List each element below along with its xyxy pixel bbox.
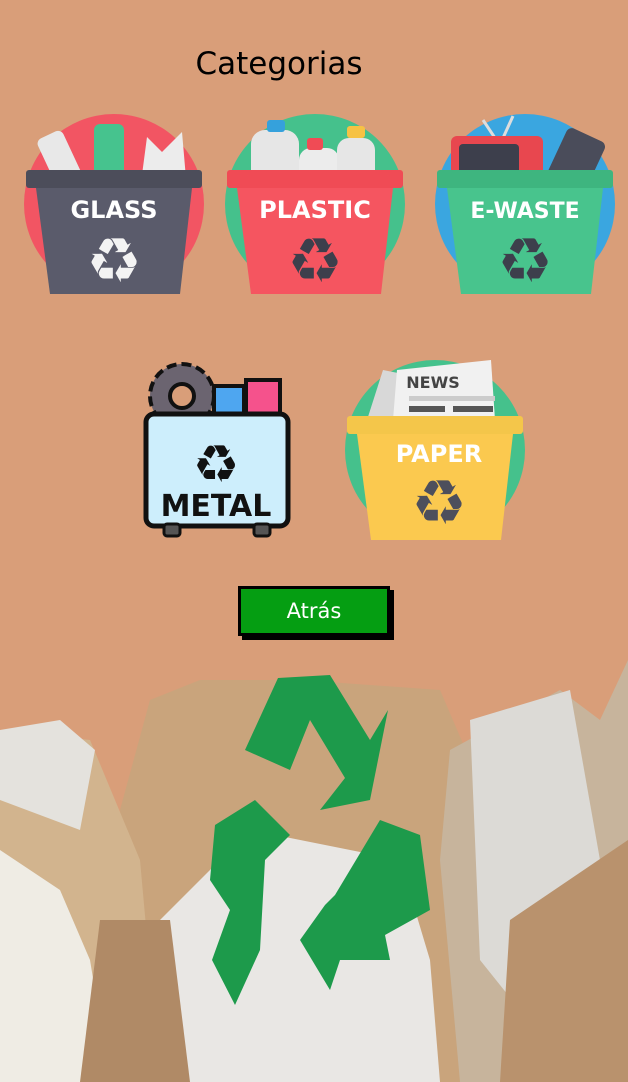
recycle-icon: ♻ [86,224,142,296]
glass-bin-icon: GLASS ♻ [24,114,204,296]
category-e-waste[interactable]: E-WASTE ♻ [433,112,617,296]
category-label: METAL [161,489,272,524]
category-paper[interactable]: NEWS PAPER ♻ [343,358,527,542]
category-label: E-WASTE [470,199,579,224]
category-glass[interactable]: GLASS ♻ [22,112,206,296]
category-label: GLASS [70,196,157,224]
recycle-icon: ♻ [287,224,343,296]
back-button[interactable]: Atrás [238,586,390,636]
plastic-bin-icon: PLASTIC ♻ [225,114,405,296]
recycling-collage-image [0,660,628,1082]
category-plastic[interactable]: PLASTIC ♻ [223,112,407,296]
metal-bin-icon: ♻ METAL [143,362,291,538]
e-waste-bin-icon: E-WASTE ♻ [435,114,615,296]
newspaper-label: NEWS [406,373,460,392]
paper-bin-icon: NEWS PAPER ♻ [345,360,525,540]
category-label: PLASTIC [259,196,371,224]
recycle-icon: ♻ [193,435,240,495]
category-metal[interactable]: ♻ METAL [138,358,294,542]
category-label: PAPER [396,440,482,468]
recycle-icon: ♻ [411,466,467,539]
recycle-icon: ♻ [497,224,553,296]
page-title: Categorias [195,46,363,82]
